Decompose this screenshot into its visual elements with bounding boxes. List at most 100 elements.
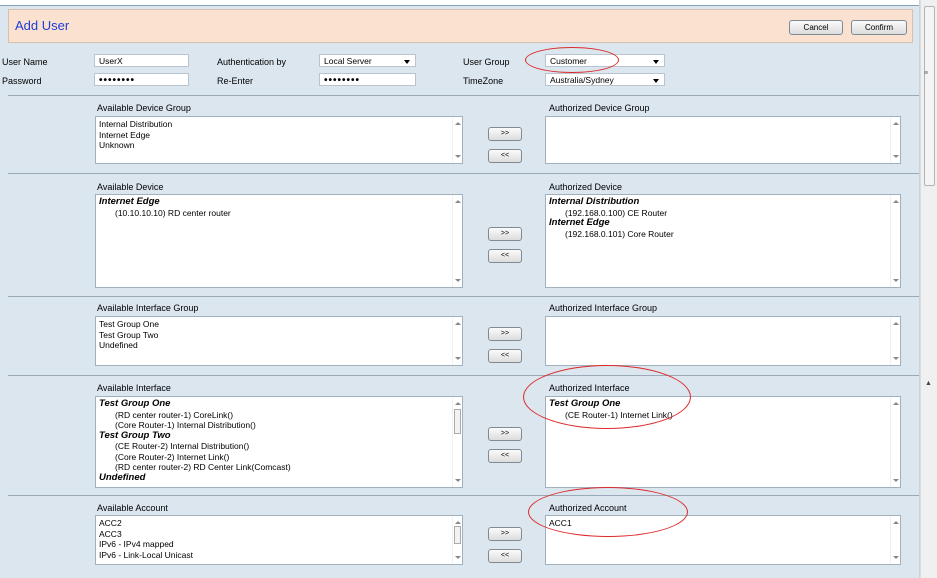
confirm-button[interactable]: Confirm bbox=[851, 20, 907, 35]
scroll-down-icon bbox=[893, 556, 899, 559]
scroll-down-icon bbox=[893, 279, 899, 282]
list-scrollbar[interactable] bbox=[890, 397, 900, 487]
add-account-button[interactable]: >> bbox=[488, 527, 522, 541]
password-label: Password bbox=[2, 76, 42, 86]
list-group-header[interactable]: Undefined bbox=[99, 472, 459, 484]
scroll-up-icon bbox=[893, 521, 899, 524]
scroll-up-icon bbox=[455, 200, 461, 203]
list-item[interactable]: (Core Router-1) Internal Distribution() bbox=[99, 420, 459, 431]
list-group-header[interactable]: Test Group One bbox=[549, 398, 897, 410]
list-scrollbar[interactable] bbox=[452, 317, 462, 365]
list-item[interactable]: Internal Distribution bbox=[99, 119, 459, 130]
scroll-down-icon bbox=[893, 155, 899, 158]
remove-interface-group-button[interactable]: << bbox=[488, 349, 522, 363]
authorized-device-group-label: Authorized Device Group bbox=[549, 103, 650, 113]
list-scrollbar[interactable] bbox=[890, 195, 900, 287]
available-interface-list[interactable]: Test Group One (RD center router-1) Core… bbox=[95, 396, 463, 488]
list-item[interactable]: ACC2 bbox=[99, 518, 459, 529]
list-item[interactable]: (CE Router-1) Internet Link() bbox=[549, 410, 897, 421]
list-item[interactable]: (RD center router-1) CoreLink() bbox=[99, 410, 459, 421]
page-title: Add User bbox=[15, 18, 70, 33]
scroll-up-icon bbox=[455, 322, 461, 325]
scroll-down-icon bbox=[455, 556, 461, 559]
list-item[interactable]: (192.168.0.101) Core Router bbox=[549, 229, 897, 240]
authorized-device-group-list[interactable] bbox=[545, 116, 901, 164]
available-interface-label: Available Interface bbox=[97, 383, 171, 393]
list-scrollbar[interactable] bbox=[890, 117, 900, 163]
authorized-interface-group-list[interactable] bbox=[545, 316, 901, 366]
list-item[interactable]: ACC1 bbox=[549, 518, 897, 529]
list-scrollbar[interactable] bbox=[452, 195, 462, 287]
add-device-button[interactable]: >> bbox=[488, 227, 522, 241]
available-interface-group-label: Available Interface Group bbox=[97, 303, 199, 313]
user-group-select[interactable]: Customer bbox=[545, 54, 665, 67]
section-divider bbox=[8, 95, 919, 96]
list-item[interactable]: Undefined bbox=[99, 340, 459, 351]
list-group-header[interactable]: Internal Distribution bbox=[549, 196, 897, 208]
available-interface-group-list[interactable]: Test Group One Test Group Two Undefined bbox=[95, 316, 463, 366]
list-item[interactable]: (10.10.10.10) RD center router bbox=[99, 208, 459, 219]
list-group-header[interactable]: Test Group One bbox=[99, 398, 459, 410]
section-divider bbox=[8, 296, 919, 297]
password-input[interactable]: •••••••• bbox=[94, 73, 189, 86]
list-item[interactable]: Internet Edge bbox=[99, 130, 459, 141]
authorized-device-label: Authorized Device bbox=[549, 182, 623, 192]
authorized-interface-list[interactable]: Test Group One (CE Router-1) Internet Li… bbox=[545, 396, 901, 488]
add-interface-group-button[interactable]: >> bbox=[488, 327, 522, 341]
page-scroll-thumb[interactable] bbox=[924, 6, 935, 186]
scroll-up-icon bbox=[455, 521, 461, 524]
username-input[interactable]: UserX bbox=[94, 54, 189, 67]
list-item[interactable]: Test Group One bbox=[99, 319, 459, 330]
scroll-up-icon bbox=[893, 200, 899, 203]
timezone-select[interactable]: Australia/Sydney bbox=[545, 73, 665, 86]
list-item[interactable]: IPv6 - IPv4 mapped bbox=[99, 539, 459, 550]
scroll-down-icon bbox=[455, 479, 461, 482]
chevron-down-icon bbox=[653, 79, 659, 83]
list-scrollbar[interactable] bbox=[452, 516, 462, 564]
list-group-header[interactable]: Internet Edge bbox=[549, 217, 897, 229]
list-item[interactable]: IPv6 - Link-Local Unicast bbox=[99, 550, 459, 561]
remove-device-button[interactable]: << bbox=[488, 249, 522, 263]
authorized-account-label: Authorized Account bbox=[549, 503, 627, 513]
scroll-up-icon bbox=[893, 122, 899, 125]
scroll-up-icon bbox=[893, 402, 899, 405]
add-interface-button[interactable]: >> bbox=[488, 427, 522, 441]
list-group-header[interactable]: Internet Edge bbox=[99, 196, 459, 208]
authorized-device-list[interactable]: Internal Distribution (192.168.0.100) CE… bbox=[545, 194, 901, 288]
username-label: User Name bbox=[2, 57, 48, 67]
scroll-thumb[interactable] bbox=[454, 409, 461, 434]
list-scrollbar[interactable] bbox=[890, 516, 900, 564]
available-device-list[interactable]: Internet Edge (10.10.10.10) RD center ro… bbox=[95, 194, 463, 288]
list-item[interactable]: Unknown bbox=[99, 140, 459, 151]
authorized-account-list[interactable]: ACC1 bbox=[545, 515, 901, 565]
auth-select[interactable]: Local Server bbox=[319, 54, 416, 67]
section-divider bbox=[8, 375, 919, 376]
list-item[interactable]: (RD center router-2) RD Center Link(Comc… bbox=[99, 462, 459, 473]
available-device-group-list[interactable]: Internal Distribution Internet Edge Unkn… bbox=[95, 116, 463, 164]
list-item[interactable]: Test Group Two bbox=[99, 330, 459, 341]
scroll-down-icon bbox=[455, 357, 461, 360]
user-group-label: User Group bbox=[463, 57, 510, 67]
scroll-down-icon bbox=[893, 479, 899, 482]
add-user-panel: Add User Cancel Confirm User Name UserX … bbox=[0, 0, 920, 578]
page-scrollbar[interactable]: ≡ ▲ bbox=[920, 0, 937, 578]
add-device-group-button[interactable]: >> bbox=[488, 127, 522, 141]
scroll-down-icon bbox=[455, 155, 461, 158]
reenter-input[interactable]: •••••••• bbox=[319, 73, 416, 86]
available-account-label: Available Account bbox=[97, 503, 168, 513]
list-item[interactable]: (CE Router-2) Internal Distribution() bbox=[99, 441, 459, 452]
list-scrollbar[interactable] bbox=[890, 317, 900, 365]
list-scrollbar[interactable] bbox=[452, 117, 462, 163]
scroll-up-icon bbox=[455, 402, 461, 405]
remove-device-group-button[interactable]: << bbox=[488, 149, 522, 163]
list-group-header[interactable]: Test Group Two bbox=[99, 430, 459, 442]
remove-interface-button[interactable]: << bbox=[488, 449, 522, 463]
list-scrollbar[interactable] bbox=[452, 397, 462, 487]
cancel-button[interactable]: Cancel bbox=[789, 20, 843, 35]
remove-account-button[interactable]: << bbox=[488, 549, 522, 563]
list-item[interactable]: (Core Router-2) Internet Link() bbox=[99, 452, 459, 463]
scroll-up-icon[interactable]: ▲ bbox=[925, 380, 932, 387]
available-account-list[interactable]: ACC2 ACC3 IPv6 - IPv4 mapped IPv6 - Link… bbox=[95, 515, 463, 565]
list-item[interactable]: ACC3 bbox=[99, 529, 459, 540]
scroll-thumb[interactable] bbox=[454, 526, 461, 544]
